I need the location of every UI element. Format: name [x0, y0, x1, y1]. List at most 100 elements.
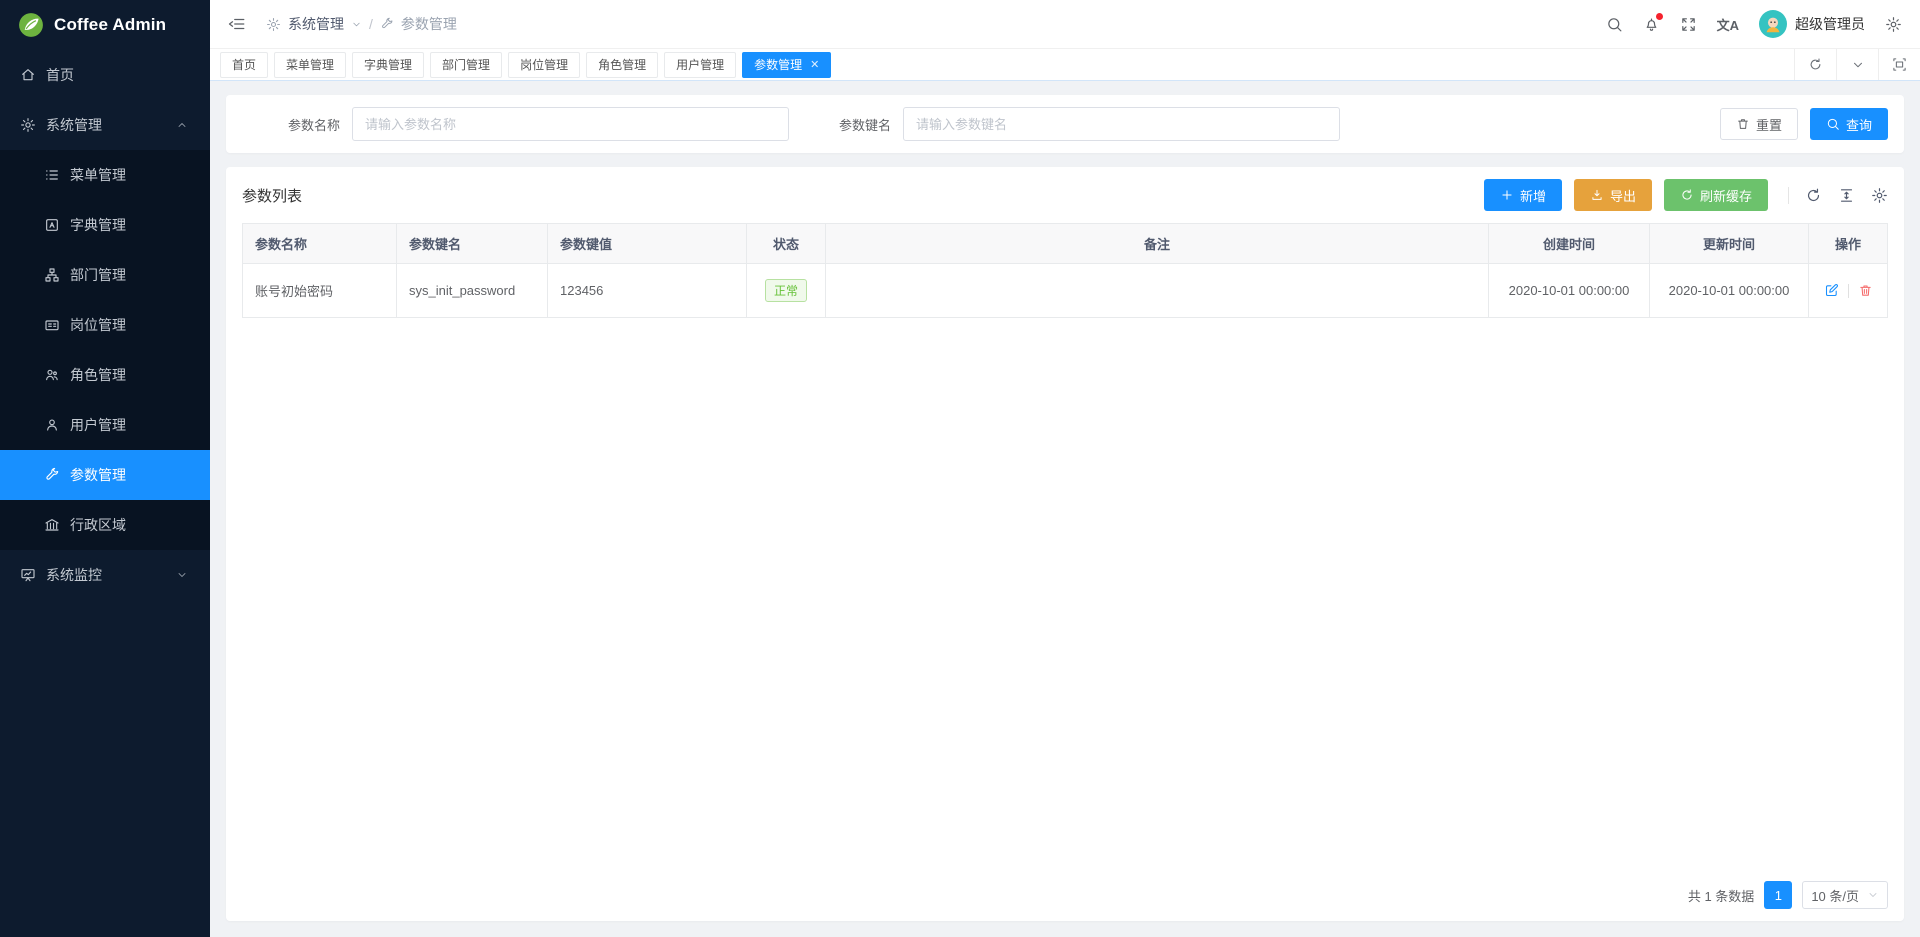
gear-icon [266, 17, 281, 32]
query-button[interactable]: 查询 [1810, 108, 1888, 140]
dictionary-icon [44, 217, 60, 233]
settings-gear-icon[interactable] [1885, 16, 1902, 33]
list-icon [44, 167, 60, 183]
user-menu[interactable]: 超级管理员 [1759, 10, 1865, 38]
param-name-input[interactable] [352, 107, 789, 141]
sidebar-item-region-mgmt[interactable]: 行政区域 [0, 500, 210, 550]
sidebar-item-user-mgmt[interactable]: 用户管理 [0, 400, 210, 450]
tab-user-mgmt[interactable]: 用户管理 [664, 52, 736, 78]
org-tree-icon [44, 267, 60, 283]
param-key-input[interactable] [903, 107, 1340, 141]
tab-param-mgmt[interactable]: 参数管理 ✕ [742, 52, 831, 78]
search-icon[interactable] [1606, 16, 1623, 33]
sidebar-item-label: 行政区域 [70, 515, 126, 535]
leaf-logo-icon [18, 12, 44, 38]
col-param-value: 参数键值 [548, 224, 747, 264]
page-size-value: 10 条/页 [1811, 886, 1859, 905]
tab-post-mgmt[interactable]: 岗位管理 [508, 52, 580, 78]
sidebar-item-label: 角色管理 [70, 365, 126, 385]
export-button-label: 导出 [1610, 186, 1636, 205]
row-density-icon[interactable] [1838, 187, 1855, 204]
plus-icon [1500, 188, 1514, 202]
add-button[interactable]: 新增 [1484, 179, 1562, 211]
col-remark: 备注 [826, 224, 1489, 264]
card-actions: 新增 导出 刷新缓存 [1484, 179, 1888, 211]
tab-options-chevron-icon[interactable] [1836, 49, 1878, 80]
search-form-card: 参数名称 参数键名 重置 查询 [226, 95, 1904, 153]
tab-close-icon[interactable]: ✕ [810, 58, 819, 71]
avatar [1759, 10, 1787, 38]
fullscreen-icon[interactable] [1680, 16, 1697, 33]
sidebar-item-menu-mgmt[interactable]: 菜单管理 [0, 150, 210, 200]
col-actions: 操作 [1809, 224, 1888, 264]
breadcrumb: 系统管理 / 参数管理 [266, 14, 457, 34]
page-number-button[interactable]: 1 [1764, 881, 1792, 909]
translate-icon[interactable]: 文A [1717, 15, 1739, 34]
main-area: 系统管理 / 参数管理 文A [210, 0, 1920, 937]
col-updated-at: 更新时间 [1650, 224, 1809, 264]
topbar: 系统管理 / 参数管理 文A [210, 0, 1920, 48]
tab-menu-mgmt[interactable]: 菜单管理 [274, 52, 346, 78]
param-key-label: 参数键名 [839, 115, 891, 134]
roles-icon [44, 367, 60, 383]
col-param-key: 参数键名 [397, 224, 548, 264]
column-settings-gear-icon[interactable] [1871, 187, 1888, 204]
edit-row-icon[interactable] [1824, 283, 1839, 298]
chevron-down-icon[interactable] [351, 19, 362, 30]
tabbar: 首页 菜单管理 字典管理 部门管理 岗位管理 角色管理 用户管理 参数管理 ✕ [210, 48, 1920, 81]
cell-actions [1809, 264, 1888, 318]
page-size-select[interactable]: 10 条/页 [1802, 881, 1888, 909]
sidebar-item-label: 首页 [46, 65, 74, 85]
tab-label: 字典管理 [364, 56, 412, 73]
app-logo[interactable]: Coffee Admin [0, 0, 210, 50]
topbar-right: 文A 超级管理员 [1606, 10, 1902, 38]
sidebar-item-system[interactable]: 系统管理 [0, 100, 210, 150]
refresh-tab-icon[interactable] [1794, 49, 1836, 80]
pagination-total: 共 1 条数据 [1688, 886, 1754, 905]
sidebar-item-label: 岗位管理 [70, 315, 126, 335]
maximize-content-icon[interactable] [1878, 49, 1920, 80]
export-button[interactable]: 导出 [1574, 179, 1652, 211]
sidebar-item-param-mgmt[interactable]: 参数管理 [0, 450, 210, 500]
breadcrumb-group[interactable]: 系统管理 [288, 14, 344, 34]
tab-label: 首页 [232, 56, 256, 73]
sidebar-item-label: 参数管理 [70, 465, 126, 485]
collapse-sidebar-icon[interactable] [228, 15, 246, 33]
tab-home[interactable]: 首页 [220, 52, 268, 78]
sidebar-menu: 首页 系统管理 菜单管理 字典管理 部门管理 [0, 50, 210, 600]
tab-label: 部门管理 [442, 56, 490, 73]
tab-dict-mgmt[interactable]: 字典管理 [352, 52, 424, 78]
download-icon [1590, 188, 1604, 202]
username: 超级管理员 [1795, 14, 1865, 34]
delete-row-icon[interactable] [1858, 283, 1873, 298]
table-tools [1788, 187, 1888, 204]
param-table: 参数名称 参数键名 参数键值 状态 备注 创建时间 更新时间 操作 账号初始密码 [242, 223, 1888, 318]
reset-button-label: 重置 [1756, 115, 1782, 134]
refresh-table-icon[interactable] [1805, 187, 1822, 204]
cell-updated-at: 2020-10-01 00:00:00 [1650, 264, 1809, 318]
table-header-row: 参数名称 参数键名 参数键值 状态 备注 创建时间 更新时间 操作 [243, 224, 1888, 264]
sidebar-item-role-mgmt[interactable]: 角色管理 [0, 350, 210, 400]
tab-dept-mgmt[interactable]: 部门管理 [430, 52, 502, 78]
tab-label: 菜单管理 [286, 56, 334, 73]
chevron-up-icon [174, 119, 190, 131]
refresh-cache-button[interactable]: 刷新缓存 [1664, 179, 1768, 211]
sidebar-item-dept-mgmt[interactable]: 部门管理 [0, 250, 210, 300]
home-icon [20, 67, 36, 83]
cell-remark [826, 264, 1489, 318]
reset-button[interactable]: 重置 [1720, 108, 1798, 140]
sidebar-item-monitor[interactable]: 系统监控 [0, 550, 210, 600]
wrench-icon [44, 467, 60, 483]
col-created-at: 创建时间 [1489, 224, 1650, 264]
breadcrumb-page: 参数管理 [401, 14, 457, 34]
param-list-card: 参数列表 新增 导出 刷新缓存 [226, 167, 1904, 921]
gear-icon [20, 117, 36, 133]
add-button-label: 新增 [1520, 186, 1546, 205]
tab-role-mgmt[interactable]: 角色管理 [586, 52, 658, 78]
sidebar-item-post-mgmt[interactable]: 岗位管理 [0, 300, 210, 350]
tabbar-controls [1794, 49, 1920, 80]
query-button-label: 查询 [1846, 115, 1872, 134]
sidebar-item-dict-mgmt[interactable]: 字典管理 [0, 200, 210, 250]
notifications-bell-icon[interactable] [1643, 16, 1660, 33]
sidebar-item-home[interactable]: 首页 [0, 50, 210, 100]
